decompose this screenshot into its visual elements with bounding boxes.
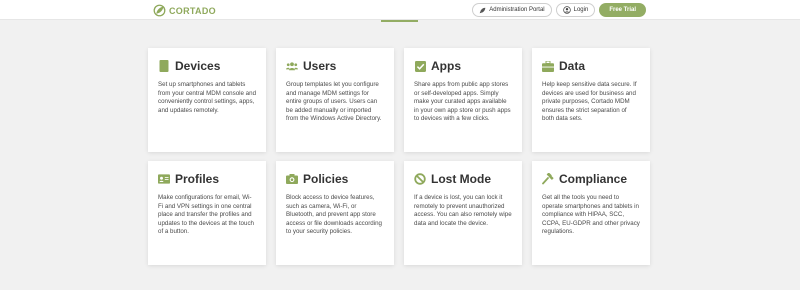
free-trial-button[interactable]: Free Trial <box>599 3 646 17</box>
nav-actions: Administration Portal Login Free Trial <box>472 3 646 17</box>
card-title: Policies <box>303 172 349 186</box>
feature-card-users: Users Group templates let you configure … <box>276 48 394 152</box>
card-description: Make configurations for email, Wi-Fi and… <box>158 194 254 236</box>
feature-card-devices: Devices Set up smartphones and tablets f… <box>148 48 266 152</box>
card-title: Devices <box>175 59 221 73</box>
ban-icon <box>414 173 426 185</box>
active-tab-indicator <box>381 20 418 22</box>
gavel-icon <box>542 173 554 185</box>
card-description: If a device is lost, you can lock it rem… <box>414 194 512 227</box>
card-header: Policies <box>286 171 384 187</box>
users-icon <box>286 60 298 72</box>
login-button[interactable]: Login <box>555 3 596 17</box>
card-description: Get all the tools you need to operate sm… <box>542 194 640 236</box>
card-header: Apps <box>414 58 512 74</box>
feature-card-policies: Policies Block access to device features… <box>276 161 394 265</box>
card-header: Lost Mode <box>414 171 512 187</box>
card-title: Apps <box>431 59 461 73</box>
brand-name: CORTADO <box>169 5 216 16</box>
camera-icon <box>286 173 298 185</box>
feature-card-lost-mode: Lost Mode If a device is lost, you can l… <box>404 161 522 265</box>
login-label: Login <box>573 7 589 13</box>
admin-portal-label: Administration Portal <box>489 7 545 13</box>
card-description: Group templates let you configure and ma… <box>286 81 382 123</box>
card-description: Block access to device features, such as… <box>286 194 382 236</box>
smartphone-icon <box>158 60 170 72</box>
card-title: Profiles <box>175 172 220 186</box>
feature-card-apps: Apps Share apps from public app stores o… <box>404 48 522 152</box>
card-description: Share apps from public app stores or sel… <box>414 81 511 123</box>
feature-grid: Devices Set up smartphones and tablets f… <box>148 48 650 265</box>
check-square-icon <box>414 60 426 72</box>
card-title: Users <box>303 59 337 73</box>
card-header: Users <box>286 58 384 74</box>
briefcase-icon <box>542 60 554 72</box>
card-title: Lost Mode <box>431 172 491 186</box>
feature-card-data: Data Help keep sensitive data secure. If… <box>532 48 650 152</box>
id-card-icon <box>158 173 170 185</box>
brand-logo[interactable]: CORTADO <box>153 4 216 17</box>
card-header: Devices <box>158 58 256 74</box>
feature-card-compliance: Compliance Get all the tools you need to… <box>532 161 650 265</box>
card-header: Profiles <box>158 171 256 187</box>
card-header: Data <box>542 58 640 74</box>
feature-card-profiles: Profiles Make configurations for email, … <box>148 161 266 265</box>
leaf-icon <box>153 4 166 17</box>
admin-portal-button[interactable]: Administration Portal <box>472 3 552 17</box>
card-header: Compliance <box>542 171 640 187</box>
rocket-icon <box>479 7 486 13</box>
card-title: Data <box>559 59 586 73</box>
top-navbar: CORTADO Administration Portal Login Free… <box>0 0 800 20</box>
user-circle-icon <box>562 6 571 14</box>
card-description: Help keep sensitive data secure. If devi… <box>542 81 637 123</box>
card-title: Compliance <box>559 172 628 186</box>
card-description: Set up smartphones and tablets from your… <box>158 81 257 114</box>
